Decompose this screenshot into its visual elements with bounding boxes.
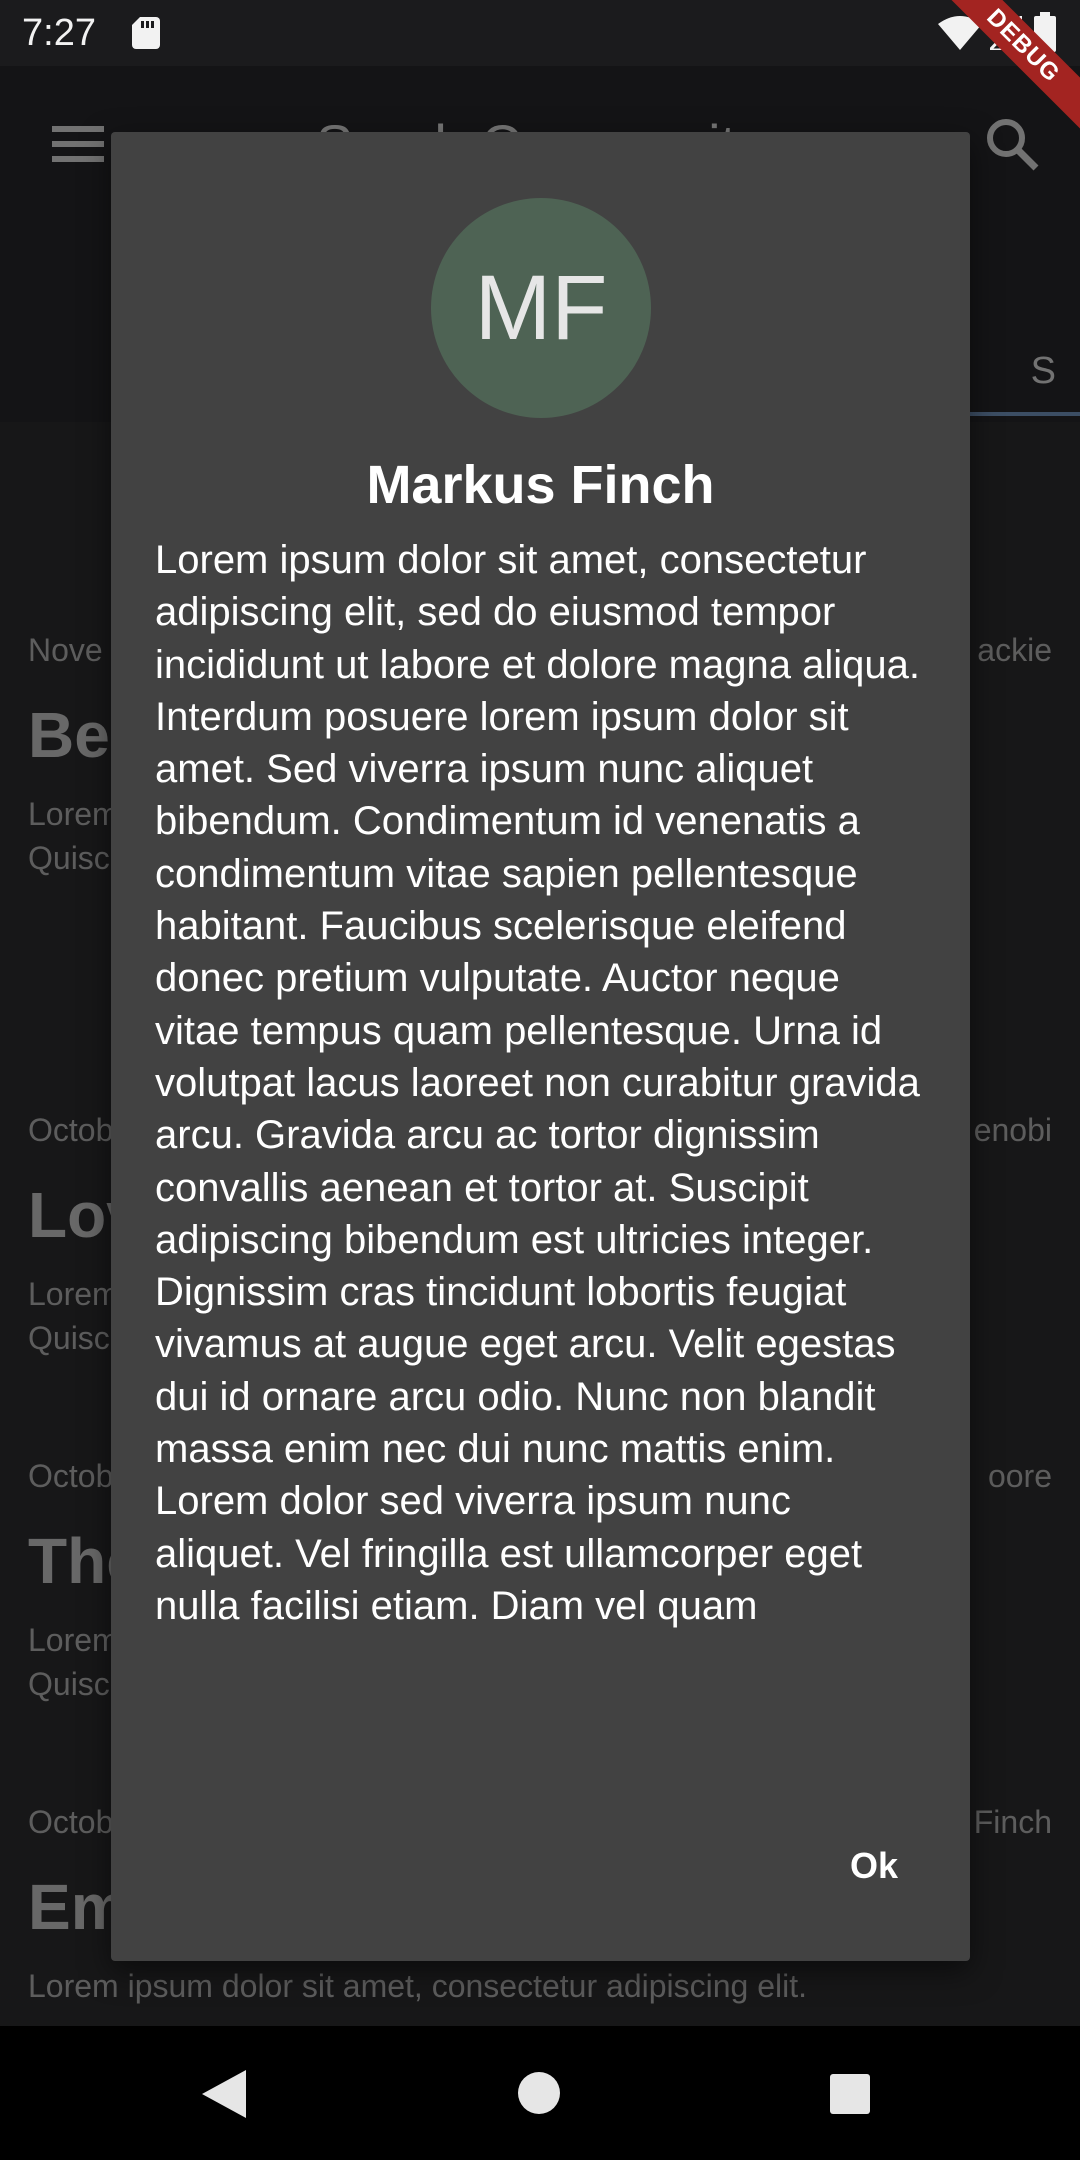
ok-button[interactable]: Ok [838, 1837, 910, 1895]
avatar: MF [431, 198, 651, 418]
author-dialog: MF Markus Finch Lorem ipsum dolor sit am… [111, 132, 970, 1961]
recent-apps-icon[interactable] [830, 2074, 870, 2114]
status-time: 7:27 [22, 12, 96, 54]
home-icon[interactable] [518, 2072, 560, 2114]
back-icon[interactable] [202, 2070, 246, 2118]
sd-card-icon [132, 17, 160, 49]
navigation-bar [0, 2026, 1080, 2160]
author-name: Markus Finch [366, 455, 715, 515]
status-bar: 7:27 DEBUG [0, 0, 1080, 133]
author-bio: Lorem ipsum dolor sit amet, consectetur … [155, 538, 920, 1628]
